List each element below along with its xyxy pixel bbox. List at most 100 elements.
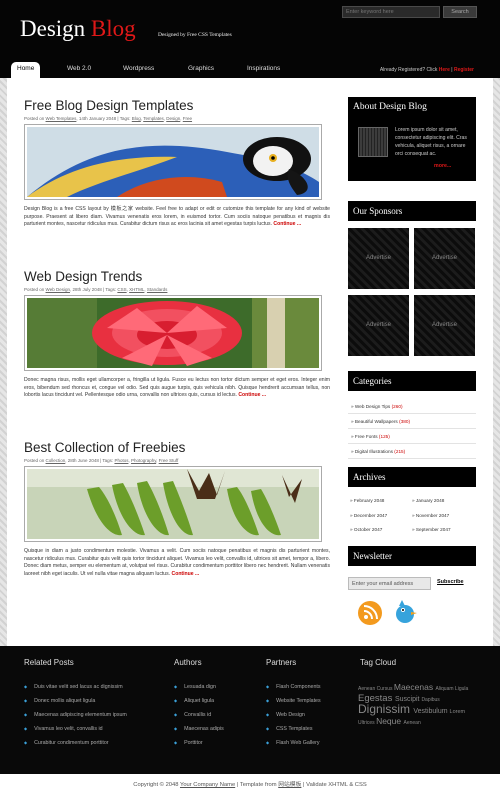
archive-link[interactable]: » September 2047: [412, 527, 451, 532]
category-item[interactable]: » Web Design Tips (260): [348, 399, 476, 414]
login-link[interactable]: Here: [439, 67, 450, 73]
post-excerpt: Design Blog is a free CSS layout by 模板之家…: [24, 206, 330, 227]
tag-cloud-item[interactable]: Dapibus: [421, 697, 439, 703]
ad-slot[interactable]: Advertise: [414, 295, 475, 356]
tag-cloud-item[interactable]: Cursus: [377, 686, 394, 692]
post-tag-link[interactable]: Photography: [131, 458, 156, 463]
footer-authors: Authors ◆ Lesuada dign ◆ Aliquet ligula ◆ C…: [174, 658, 224, 750]
tag-cloud-item[interactable]: Ligula: [455, 686, 468, 692]
tag-cloud-item[interactable]: Aliquam: [435, 686, 454, 692]
post-tag-link[interactable]: Standards: [147, 287, 168, 292]
newsletter-email-input[interactable]: Enter your email address: [348, 577, 431, 590]
footer-link[interactable]: ◆ Donec mollis aliquet ligula: [24, 694, 127, 708]
tag-cloud-item[interactable]: Ultrices: [358, 720, 376, 726]
ad-slot[interactable]: Advertise: [414, 228, 475, 289]
company-link[interactable]: Your Company Name: [180, 782, 235, 788]
category-item[interactable]: » Free Fonts (125): [348, 429, 476, 444]
tag-cloud-item[interactable]: Aenean: [403, 720, 420, 726]
tag-cloud: Aenean Cursus Maecenas Aliquam Ligula Eg…: [358, 683, 478, 728]
tag-cloud-item[interactable]: Maecenas: [394, 682, 436, 692]
validate-text[interactable]: | Validate XHTML & CSS: [303, 782, 367, 788]
site-logo[interactable]: Design Blog: [20, 16, 136, 42]
search-button[interactable]: Search: [443, 6, 477, 18]
post-category-link[interactable]: Collection: [46, 458, 66, 463]
footer-link[interactable]: ◆ Flash Web Gallery: [266, 736, 321, 750]
post-tag-link[interactable]: Photos: [114, 458, 128, 463]
about-text: Lorem ipsum dolor sit amet, consectetur …: [395, 127, 467, 157]
footer-link[interactable]: ◆ Web Design: [266, 708, 321, 722]
subscribe-button[interactable]: Subscribe: [437, 579, 464, 585]
nav-item-home[interactable]: Home: [11, 62, 41, 78]
main-nav: Home Web 2.0 Wordpress Graphics Inspirat…: [0, 62, 500, 78]
footer-link[interactable]: ◆ CSS Templates: [266, 722, 321, 736]
continue-link[interactable]: Continue ...: [238, 392, 266, 398]
post-tag-link[interactable]: Free Stuff: [159, 458, 179, 463]
post-meta: Posted on Web Design, 28th July 2048 | T…: [24, 287, 168, 292]
post-tag-link[interactable]: Templates: [143, 116, 164, 121]
post-tag-link[interactable]: Design: [166, 116, 180, 121]
post-tag-link[interactable]: Free: [183, 116, 192, 121]
archive-link[interactable]: » February 2048: [350, 498, 384, 503]
archive-link[interactable]: » November 2047: [412, 513, 449, 518]
footer-link[interactable]: ◆ Flash Components: [266, 680, 321, 694]
nav-item-web20[interactable]: Web 2.0: [67, 65, 91, 72]
copyright-template-text: | Template from: [236, 782, 277, 788]
about-more-link[interactable]: more...: [434, 163, 451, 169]
post: Free Blog Design Templates Posted on Web…: [24, 98, 330, 229]
tag-cloud-item[interactable]: Neque: [376, 716, 403, 726]
post-tag-link[interactable]: XHTML: [129, 287, 144, 292]
post-title[interactable]: Free Blog Design Templates: [24, 98, 330, 113]
continue-link[interactable]: Continue ...: [273, 221, 301, 227]
footer-authors-title: Authors: [174, 658, 202, 667]
nav-item-inspirations[interactable]: Inspirations: [247, 65, 280, 72]
category-item[interactable]: » Beautiful Wallpapers (380): [348, 414, 476, 429]
login-bar: Already Registered? Click Here | Registe…: [380, 67, 474, 73]
ad-slot[interactable]: Advertise: [348, 228, 409, 289]
tag-cloud-item[interactable]: Lorem: [450, 709, 466, 715]
post-category-link[interactable]: Web Templates: [46, 116, 77, 121]
about-box: About Design Blog Lorem ipsum dolor sit …: [348, 97, 476, 181]
archives-section: Archives: [348, 467, 476, 487]
site-footer: Related Posts ◆ Duis vitae velit sed lacu…: [0, 646, 500, 774]
post-category-link[interactable]: Web Design: [46, 287, 70, 292]
tag-cloud-item[interactable]: Vestibulum: [413, 708, 449, 715]
tag-cloud-item[interactable]: Dignissim: [358, 702, 413, 716]
footer-link[interactable]: ◆ Curabitur condimentum porttitor: [24, 736, 127, 750]
post: Best Collection of Freebies Posted on Co…: [24, 440, 330, 578]
ad-slot[interactable]: Advertise: [348, 295, 409, 356]
footer-link[interactable]: ◆ Aliquet ligula: [174, 694, 224, 708]
footer-link[interactable]: ◆ Vivamus leo velit, convallis id: [24, 722, 127, 736]
nav-item-wordpress[interactable]: Wordpress: [123, 65, 154, 72]
post-title[interactable]: Best Collection of Freebies: [24, 440, 330, 455]
twitter-bird-icon[interactable]: [393, 600, 417, 626]
archive-link[interactable]: » October 2047: [350, 527, 382, 532]
search-input[interactable]: [342, 6, 440, 18]
login-separator: |: [451, 67, 453, 73]
archive-link[interactable]: » December 2047: [350, 513, 387, 518]
category-item[interactable]: » Digital Illustrations (215): [348, 444, 476, 459]
footer-link[interactable]: ◆ Lesuada dign: [174, 680, 224, 694]
footer-link[interactable]: ◆ Porttitor: [174, 736, 224, 750]
archive-link[interactable]: » January 2048: [412, 498, 444, 503]
template-source-link[interactable]: 网站模板: [278, 782, 301, 788]
footer-link[interactable]: ◆ Maecenas adipis: [174, 722, 224, 736]
post-tag-link[interactable]: Blog: [132, 116, 141, 121]
post-tag-link[interactable]: CSS: [117, 287, 126, 292]
footer-link[interactable]: ◆ Duis vitae velit sed lacus ac dignissim: [24, 680, 127, 694]
tag-cloud-item[interactable]: Aenean: [358, 686, 377, 692]
sponsors-title: Our Sponsors: [348, 201, 476, 221]
footer-link[interactable]: ◆ Maecenas adipiscing elementum ipsum: [24, 708, 127, 722]
post: Web Design Trends Posted on Web Design, …: [24, 269, 330, 400]
bananas-photo: [27, 469, 319, 539]
post-image-bananas: [24, 466, 322, 542]
post-title[interactable]: Web Design Trends: [24, 269, 330, 284]
about-title: About Design Blog: [353, 102, 427, 112]
continue-link[interactable]: Continue ...: [172, 571, 200, 577]
copyright-bar: Copyright © 2048 Your Company Name | Tem…: [0, 774, 500, 797]
content-area: Free Blog Design Templates Posted on Web…: [7, 78, 493, 646]
footer-link[interactable]: ◆ Convallis id: [174, 708, 224, 722]
nav-item-graphics[interactable]: Graphics: [188, 65, 214, 72]
register-link[interactable]: Register: [454, 67, 474, 73]
footer-link[interactable]: ◆ Website Templates: [266, 694, 321, 708]
rss-icon[interactable]: [358, 601, 382, 625]
